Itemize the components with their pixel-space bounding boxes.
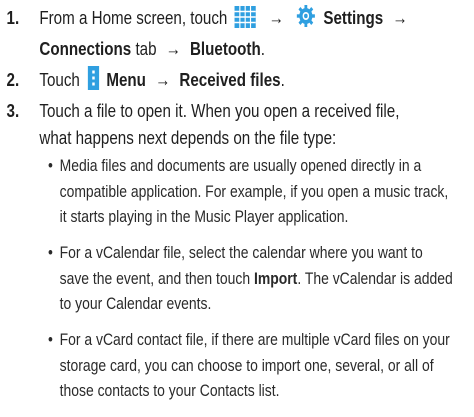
step-1-text: From a Home screen, touch → Settings → C… [39, 4, 424, 62]
arrow-icon: → [165, 38, 181, 59]
step-number: 2. [6, 69, 20, 90]
bullet-icon: • [48, 330, 53, 349]
apps-grid-icon [234, 6, 257, 35]
connections-label: Connections [39, 38, 132, 59]
menu-icon [87, 66, 99, 97]
bullet-line: it starts playing in the Music Player ap… [59, 207, 349, 226]
gear-icon [296, 4, 316, 35]
bullet-line: to your Calendar events. [59, 294, 212, 313]
instructions-document: 1. From a Home screen, touch → Settings … [0, 0, 474, 417]
step-3-line: Touch a file to open it. When you open a… [39, 100, 400, 121]
step-number: 1. [6, 7, 20, 28]
arrow-icon: → [268, 7, 284, 28]
bullet-text: . The vCalendar is added [297, 268, 453, 288]
received-files-label: Received files [179, 69, 281, 90]
bullet-line: those contacts to your Contacts list. [59, 381, 280, 400]
bullet-line: For a vCard contact file, if there are m… [59, 330, 450, 349]
step-1-intro: From a Home screen, touch [39, 7, 228, 28]
bullet-icon: • [48, 156, 53, 175]
bullet-text: save the event, and then touch [59, 268, 251, 288]
arrow-icon: → [155, 69, 171, 90]
step-3-text: Touch a file to open it. When you open a… [39, 97, 424, 151]
bullet-line: compatible application. For example, if … [59, 181, 449, 201]
bluetooth-label: Bluetooth [189, 38, 261, 59]
menu-label: Menu [106, 69, 146, 90]
bullet-line: storage card, you can choose to import o… [59, 355, 434, 375]
settings-label: Settings [323, 7, 384, 28]
arrow-icon: → [392, 7, 408, 28]
bullet-icon: • [48, 243, 53, 262]
import-label: Import [253, 268, 298, 288]
step-number: 3. [6, 100, 20, 121]
bullet-line: save the event, and then touch Import. T… [60, 266, 474, 292]
step-2-text: Touch Menu → Received files. [39, 66, 424, 97]
bullet-line: For a vCalendar file, select the calenda… [59, 243, 423, 262]
step-2-intro: Touch [39, 69, 80, 90]
step-3-line: what happens next depends on the file ty… [39, 127, 337, 148]
bullet-line: Media files and documents are usually op… [59, 156, 422, 175]
tab-word: tab [135, 38, 157, 59]
